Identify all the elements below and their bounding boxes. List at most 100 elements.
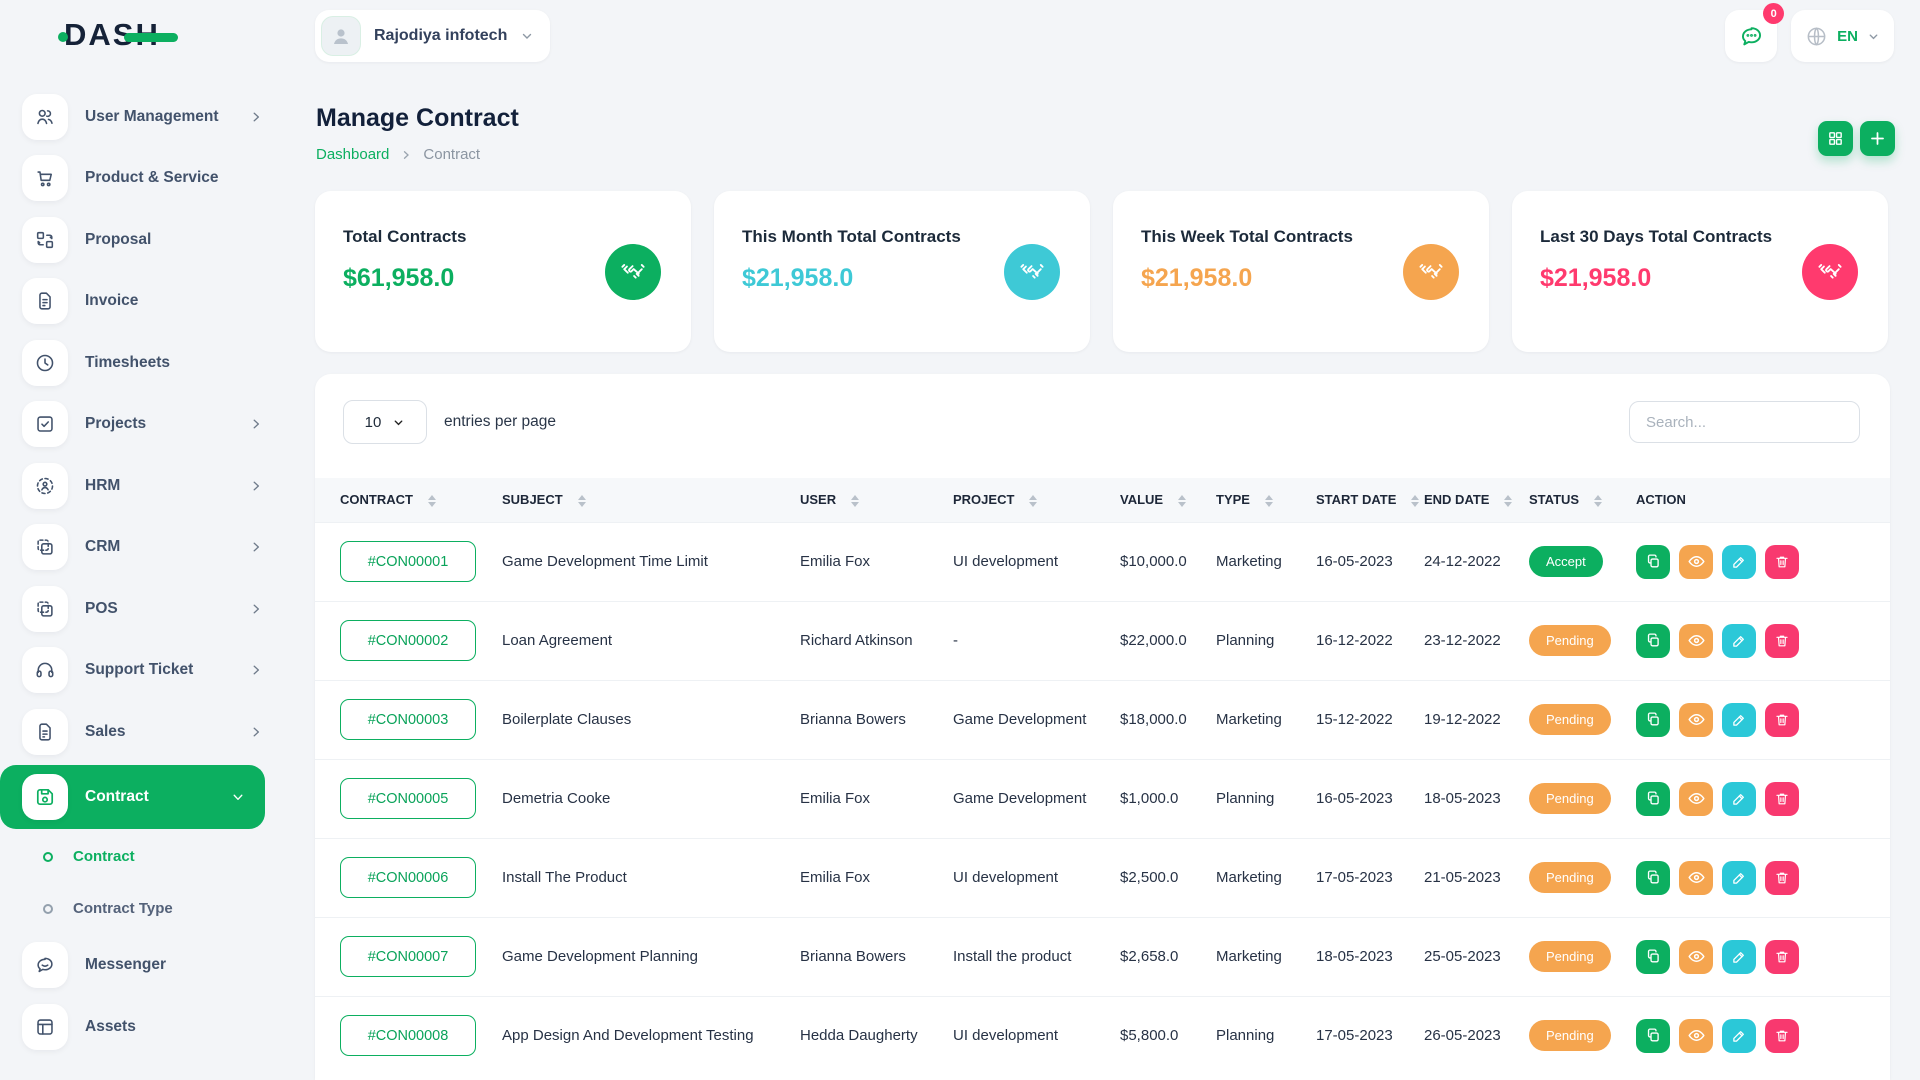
chat-bubble-icon: [1738, 23, 1765, 50]
sidebar-item-label: Projects: [85, 415, 146, 433]
contract-id-badge[interactable]: #CON00003: [340, 699, 476, 740]
contract-id-badge[interactable]: #CON00002: [340, 620, 476, 661]
delete-button[interactable]: [1765, 545, 1799, 579]
edit-button[interactable]: [1722, 545, 1756, 579]
view-button[interactable]: [1679, 624, 1713, 658]
duplicate-button[interactable]: [1636, 624, 1670, 658]
sidebar-item-contract[interactable]: Contract: [0, 765, 265, 829]
contract-id-badge[interactable]: #CON00005: [340, 778, 476, 819]
sidebar-subitem-contract-type[interactable]: Contract Type: [0, 883, 283, 935]
cell-action: [1636, 522, 1890, 601]
cell-project: UI development: [953, 838, 1120, 917]
cell-status: Pending: [1529, 759, 1636, 838]
delete-button[interactable]: [1765, 703, 1799, 737]
edit-button[interactable]: [1722, 703, 1756, 737]
contract-id-badge[interactable]: #CON00007: [340, 936, 476, 977]
cell-user: Brianna Bowers: [800, 917, 953, 996]
view-button[interactable]: [1679, 782, 1713, 816]
edit-button[interactable]: [1722, 1019, 1756, 1053]
duplicate-button[interactable]: [1636, 1019, 1670, 1053]
sidebar-item-user-management[interactable]: User Management: [0, 86, 283, 148]
column-header-type[interactable]: TYPE: [1216, 478, 1316, 522]
messages-count-badge: 0: [1763, 3, 1784, 24]
edit-button[interactable]: [1722, 861, 1756, 895]
sidebar-item-hrm[interactable]: HRM: [0, 455, 283, 517]
contract-id-badge[interactable]: #CON00006: [340, 857, 476, 898]
entries-per-page-select[interactable]: 10: [343, 400, 427, 444]
table-row: #CON00002Loan AgreementRichard Atkinson-…: [315, 601, 1890, 680]
sidebar-item-projects[interactable]: Projects: [0, 394, 283, 456]
column-header-status[interactable]: STATUS: [1529, 478, 1636, 522]
delete-button[interactable]: [1765, 1019, 1799, 1053]
cell-contract: #CON00001: [315, 522, 502, 601]
messages-button[interactable]: 0: [1725, 10, 1777, 62]
add-contract-button[interactable]: [1860, 121, 1895, 156]
duplicate-button[interactable]: [1636, 861, 1670, 895]
column-header-subject[interactable]: SUBJECT: [502, 478, 800, 522]
cell-subject: Game Development Time Limit: [502, 522, 800, 601]
sidebar-item-support-ticket[interactable]: Support Ticket: [0, 640, 283, 702]
view-button[interactable]: [1679, 861, 1713, 895]
sidebar-subitem-contract[interactable]: Contract: [0, 831, 283, 883]
sidebar-item-assets[interactable]: Assets: [0, 996, 283, 1058]
delete-button[interactable]: [1765, 940, 1799, 974]
cell-start-date: 15-12-2022: [1316, 680, 1424, 759]
sidebar-item-invoice[interactable]: Invoice: [0, 271, 283, 333]
cell-status: Pending: [1529, 917, 1636, 996]
edit-button[interactable]: [1722, 782, 1756, 816]
delete-button[interactable]: [1765, 624, 1799, 658]
cell-project: UI development: [953, 522, 1120, 601]
cell-contract: #CON00005: [315, 759, 502, 838]
contract-id-badge[interactable]: #CON00001: [340, 541, 476, 582]
cell-start-date: 17-05-2023: [1316, 838, 1424, 917]
view-button[interactable]: [1679, 1019, 1713, 1053]
handshake-icon: [605, 244, 661, 300]
invoice-file-icon: [22, 278, 68, 324]
sidebar-item-proposal[interactable]: Proposal: [0, 209, 283, 271]
contracts-table: CONTRACTSUBJECTUSERPROJECTVALUETYPESTART…: [315, 478, 1890, 1075]
column-header-end-date[interactable]: END DATE: [1424, 478, 1529, 522]
delete-button[interactable]: [1765, 861, 1799, 895]
grid-view-button[interactable]: [1818, 121, 1853, 156]
sidebar-item-pos[interactable]: POS: [0, 578, 283, 640]
column-header-contract[interactable]: CONTRACT: [315, 478, 502, 522]
breadcrumb-current: Contract: [423, 146, 480, 163]
column-header-start-date[interactable]: START DATE: [1316, 478, 1424, 522]
sidebar-item-crm[interactable]: CRM: [0, 517, 283, 579]
duplicate-button[interactable]: [1636, 545, 1670, 579]
box-icon: [22, 1004, 68, 1050]
search-input[interactable]: [1629, 401, 1860, 443]
duplicate-button[interactable]: [1636, 703, 1670, 737]
column-header-user[interactable]: USER: [800, 478, 953, 522]
delete-button[interactable]: [1765, 782, 1799, 816]
sidebar-item-label: CRM: [85, 538, 120, 556]
grid-icon: [1827, 130, 1844, 147]
breadcrumb-dashboard-link[interactable]: Dashboard: [316, 146, 389, 163]
stat-card-this-month-total-contracts: This Month Total Contracts$21,958.0: [714, 191, 1090, 352]
duplicate-button[interactable]: [1636, 940, 1670, 974]
column-header-value[interactable]: VALUE: [1120, 478, 1216, 522]
view-button[interactable]: [1679, 703, 1713, 737]
sidebar-item-messenger[interactable]: Messenger: [0, 935, 283, 997]
duplicate-button[interactable]: [1636, 782, 1670, 816]
chevron-down-icon: [1867, 30, 1880, 43]
cell-type: Marketing: [1216, 680, 1316, 759]
contract-id-badge[interactable]: #CON00008: [340, 1015, 476, 1056]
sidebar-item-sales[interactable]: Sales: [0, 701, 283, 763]
view-button[interactable]: [1679, 545, 1713, 579]
page-title: Manage Contract: [316, 104, 519, 133]
cell-start-date: 16-12-2022: [1316, 601, 1424, 680]
edit-button[interactable]: [1722, 624, 1756, 658]
language-selector[interactable]: EN: [1791, 10, 1894, 62]
sidebar-item-label: Proposal: [85, 231, 151, 249]
row-actions: [1636, 545, 1890, 579]
sidebar-item-timesheets[interactable]: Timesheets: [0, 332, 283, 394]
stat-card-title: This Month Total Contracts: [742, 227, 1062, 247]
row-actions: [1636, 1019, 1890, 1053]
view-button[interactable]: [1679, 940, 1713, 974]
sidebar-item-product-service[interactable]: Product & Service: [0, 148, 283, 210]
company-selector[interactable]: Rajodiya infotech: [315, 10, 550, 62]
column-header-project[interactable]: PROJECT: [953, 478, 1120, 522]
company-name: Rajodiya infotech: [374, 27, 507, 45]
edit-button[interactable]: [1722, 940, 1756, 974]
